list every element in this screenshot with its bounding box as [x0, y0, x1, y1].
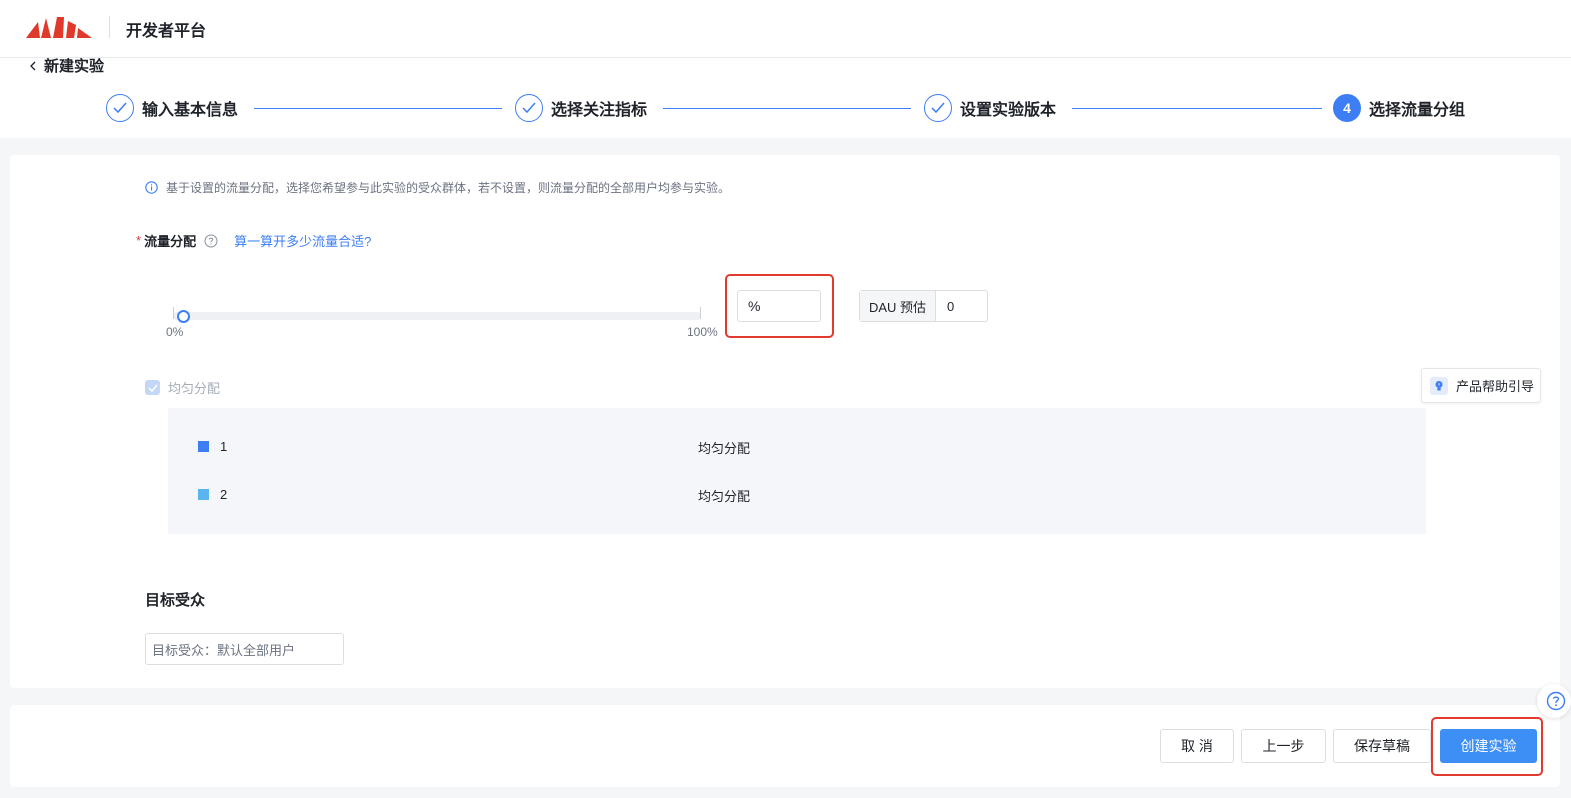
- create-experiment-button[interactable]: 创建实验: [1440, 729, 1537, 763]
- step-connector: [663, 108, 911, 109]
- step-label: 输入基本信息: [142, 102, 239, 119]
- step-2[interactable]: 选择关注指标: [515, 94, 647, 122]
- traffic-slider[interactable]: [173, 312, 701, 320]
- group-allocation-list: 1 均匀分配 2 均匀分配: [168, 408, 1426, 534]
- lightbulb-icon: [1430, 376, 1448, 395]
- back-button[interactable]: 新建实验: [28, 55, 104, 76]
- cancel-button[interactable]: 取 消: [1160, 729, 1234, 763]
- info-notice: 基于设置的流量分配，选择您希望参与此实验的受众群体，若不设置，则流量分配的全部用…: [145, 179, 730, 196]
- even-split-label: 均匀分配: [168, 381, 221, 396]
- floating-help-button[interactable]: [1537, 684, 1571, 718]
- group-color-swatch: [198, 441, 209, 452]
- step-label: 选择流量分组: [1369, 102, 1466, 119]
- traffic-label: 流量分配: [144, 234, 197, 249]
- help-guide-label: 产品帮助引导: [1456, 379, 1535, 394]
- slider-handle[interactable]: [177, 310, 190, 323]
- audience-title: 目标受众: [145, 592, 206, 609]
- question-icon[interactable]: [204, 234, 218, 248]
- group-name: 1: [220, 439, 228, 454]
- question-icon: [1546, 691, 1566, 711]
- info-icon: [145, 181, 158, 194]
- calc-traffic-link[interactable]: 算一算开多少流量合适?: [234, 231, 371, 250]
- logo-icon[interactable]: [26, 16, 92, 38]
- checkbox-icon: [145, 380, 160, 395]
- even-split-checkbox[interactable]: 均匀分配: [145, 378, 220, 397]
- required-mark: *: [136, 233, 142, 248]
- help-guide-button[interactable]: 产品帮助引导: [1421, 368, 1541, 403]
- group-allocation: 均匀分配: [698, 489, 751, 504]
- percent-input[interactable]: %: [737, 290, 821, 322]
- slider-max-label: 100%: [687, 325, 718, 339]
- step-label: 设置实验版本: [960, 102, 1057, 119]
- group-color-swatch: [198, 489, 209, 500]
- audience-input[interactable]: 目标受众：默认全部用户: [145, 633, 344, 665]
- save-draft-button[interactable]: 保存草稿: [1333, 729, 1431, 763]
- dau-label: DAU 预估: [860, 291, 936, 321]
- prev-step-button[interactable]: 上一步: [1241, 729, 1326, 763]
- check-icon: [515, 94, 543, 122]
- step-number: 4: [1333, 94, 1361, 122]
- platform-title: 开发者平台: [126, 23, 207, 40]
- step-1[interactable]: 输入基本信息: [106, 94, 238, 122]
- slider-min-label: 0%: [166, 325, 184, 339]
- footer-actions: 取 消 上一步 保存草稿 创建实验: [10, 705, 1560, 787]
- dau-estimate: DAU 预估 0: [859, 290, 988, 322]
- slider-tick: [700, 307, 701, 319]
- group-row: 2: [198, 487, 227, 502]
- chevron-left-icon: [30, 61, 36, 70]
- slider-tick: [173, 307, 174, 319]
- notice-text: 基于设置的流量分配，选择您希望参与此实验的受众群体，若不设置，则流量分配的全部用…: [166, 181, 731, 195]
- steps-bar: 新建实验 输入基本信息 选择关注指标 设置实验版本 4 选择流量分组: [0, 58, 1571, 138]
- group-row: 1: [198, 439, 227, 454]
- page-title: 新建实验: [44, 58, 105, 75]
- check-icon: [924, 94, 952, 122]
- traffic-field-label: * 流量分配 算一算开多少流量合适?: [136, 231, 371, 250]
- dau-value[interactable]: 0: [936, 291, 987, 321]
- step-3[interactable]: 设置实验版本: [924, 94, 1056, 122]
- check-icon: [106, 94, 134, 122]
- top-bar: 开发者平台: [0, 0, 1571, 58]
- logo-divider: [109, 16, 110, 38]
- step-label: 选择关注指标: [551, 102, 648, 119]
- step-connector: [1072, 108, 1322, 109]
- step-connector: [254, 108, 502, 109]
- traffic-panel: 基于设置的流量分配，选择您希望参与此实验的受众群体，若不设置，则流量分配的全部用…: [10, 155, 1560, 688]
- group-allocation: 均匀分配: [698, 441, 751, 456]
- step-4[interactable]: 4 选择流量分组: [1333, 94, 1465, 122]
- group-name: 2: [220, 487, 228, 502]
